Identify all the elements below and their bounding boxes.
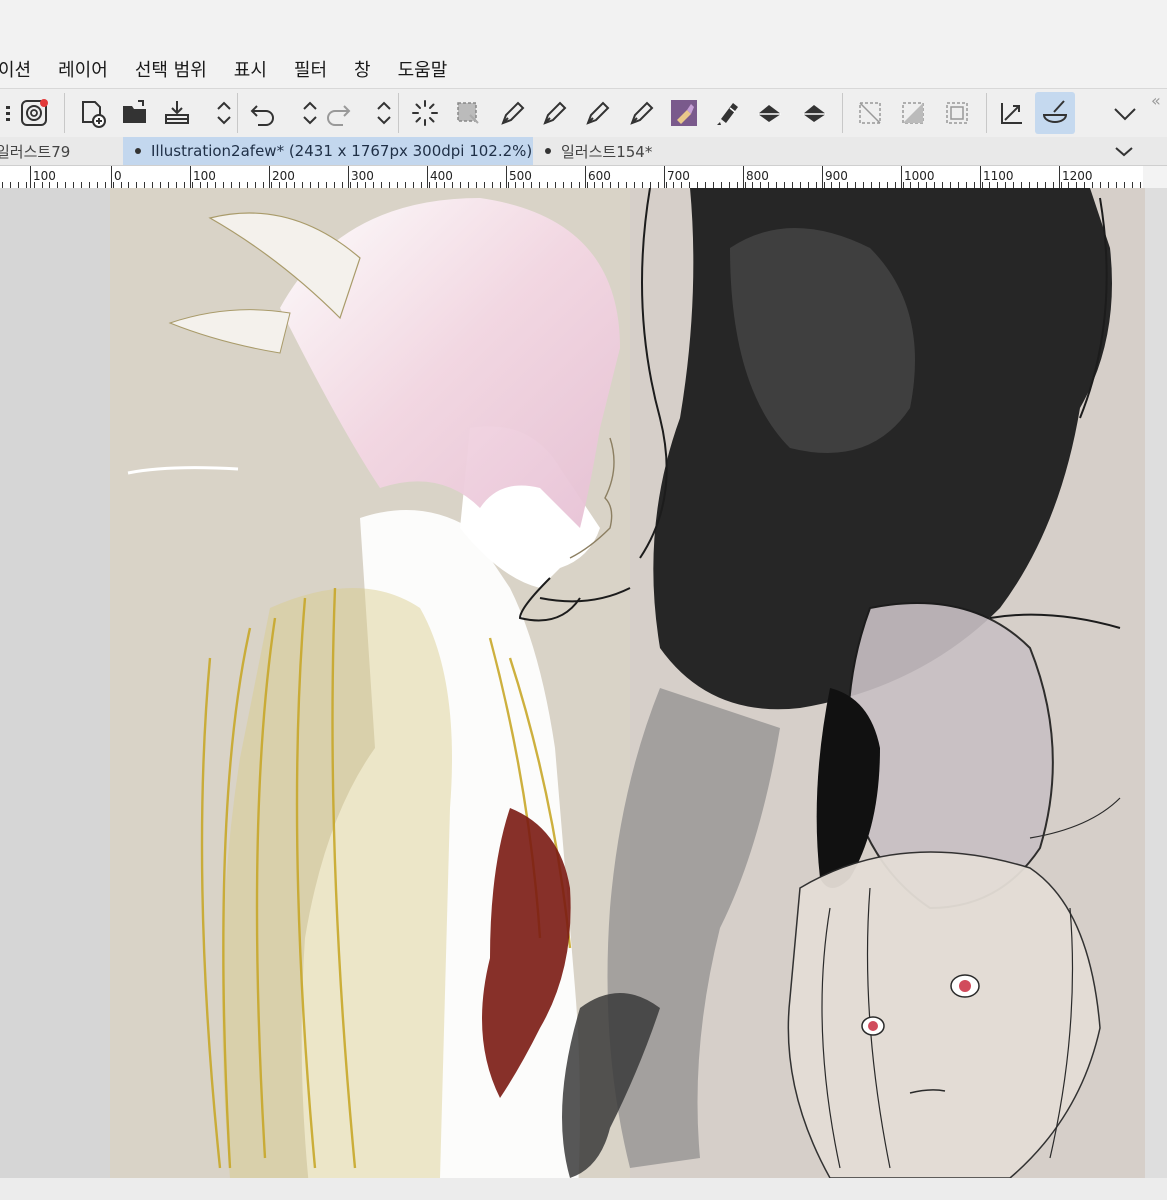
- menu-filter[interactable]: 필터: [294, 56, 327, 82]
- ruler-label: 800: [746, 169, 769, 183]
- ruler-major-tick: [348, 166, 349, 188]
- fill-icon[interactable]: [750, 92, 790, 134]
- horizontal-ruler: 100 0 100 200 300 400 500 600 700 800 900 1000 1100 1…: [0, 166, 1143, 189]
- menu-help[interactable]: 도움말: [398, 56, 448, 82]
- ruler-major-tick: [901, 166, 902, 188]
- menu-layer[interactable]: 레이어: [58, 56, 108, 82]
- toolbar: «: [0, 88, 1167, 138]
- pen-tool-4-icon[interactable]: [622, 92, 662, 134]
- ruler-major-tick: [427, 166, 428, 188]
- ruler-major-tick: [30, 166, 31, 188]
- ruler-major-tick: [506, 166, 507, 188]
- menu-bar: 이션 레이어 선택 범위 표시 필터 창 도움말: [0, 50, 1167, 88]
- pen-tool-1-icon[interactable]: [493, 92, 533, 134]
- ruler-label: 100: [193, 169, 216, 183]
- ruler-label: 0: [114, 169, 122, 183]
- tab-illustration2afew[interactable]: Illustration2afew* (2431 x 1767px 300dpi…: [123, 137, 533, 165]
- ruler-major-tick: [1059, 166, 1060, 188]
- ruler-major-tick: [980, 166, 981, 188]
- unsaved-dot-icon: [545, 148, 551, 154]
- canvas-right-gutter: [1145, 188, 1167, 1178]
- tabs-dropdown-icon[interactable]: [1112, 139, 1136, 163]
- ruler-label: 100: [33, 169, 56, 183]
- ruler-label: 700: [667, 169, 690, 183]
- ruler-label: 600: [588, 169, 611, 183]
- tab-label: 일러스트154*: [561, 142, 653, 161]
- unsaved-dot-icon: [135, 148, 141, 154]
- transform-icon[interactable]: [992, 92, 1032, 134]
- title-strip: [0, 0, 1167, 50]
- open-folder-icon[interactable]: [115, 92, 155, 134]
- pen-tool-2-icon[interactable]: [535, 92, 575, 134]
- fill-icon[interactable]: [795, 92, 835, 134]
- menu-view[interactable]: 표시: [234, 56, 267, 82]
- ruler-major-tick: [743, 166, 744, 188]
- menu-selection[interactable]: 선택 범위: [135, 56, 207, 82]
- invert-selection-icon[interactable]: [893, 92, 933, 134]
- loading-spinner-icon[interactable]: [405, 92, 445, 134]
- undo-icon[interactable]: [243, 92, 283, 134]
- canvas-bottom-gutter: [0, 1178, 1167, 1200]
- ruler-major-tick: [585, 166, 586, 188]
- new-canvas-icon[interactable]: [72, 92, 112, 134]
- selection-icon[interactable]: [448, 92, 488, 134]
- ruler-label: 1000: [904, 169, 935, 183]
- tab-illust79[interactable]: 일러스트79: [0, 137, 116, 165]
- stepper-icon[interactable]: [204, 92, 244, 134]
- tab-label: Illustration2afew* (2431 x 1767px 300dpi…: [151, 142, 533, 160]
- brush-active-icon[interactable]: [1035, 92, 1075, 134]
- ruler-major-tick: [111, 166, 112, 188]
- document-tabs: 일러스트79 Illustration2afew* (2431 x 1767px…: [0, 137, 1167, 166]
- tab-illust154[interactable]: 일러스트154*: [545, 137, 675, 165]
- ruler-label: 1100: [983, 169, 1014, 183]
- ruler-label: 200: [272, 169, 295, 183]
- tab-label: 일러스트79: [0, 142, 71, 161]
- collapse-panel-icon[interactable]: «: [1151, 91, 1161, 110]
- redo-icon[interactable]: [318, 92, 358, 134]
- ruler-label: 400: [430, 169, 453, 183]
- marker-icon[interactable]: [707, 92, 747, 134]
- app-logo-icon[interactable]: [14, 92, 54, 134]
- brush-icon[interactable]: [664, 92, 704, 134]
- export-icon[interactable]: [157, 92, 197, 134]
- ruler-major-tick: [190, 166, 191, 188]
- artwork: [110, 188, 1145, 1178]
- ruler-label: 1200: [1062, 169, 1093, 183]
- selection-border-icon[interactable]: [937, 92, 977, 134]
- deselect-icon[interactable]: [850, 92, 890, 134]
- ruler-major-tick: [664, 166, 665, 188]
- menu-window[interactable]: 창: [354, 56, 371, 82]
- ruler-label: 300: [351, 169, 374, 183]
- ruler-label: 900: [825, 169, 848, 183]
- drawing-canvas[interactable]: [110, 188, 1145, 1178]
- ruler-major-tick: [269, 166, 270, 188]
- pen-tool-3-icon[interactable]: [578, 92, 618, 134]
- workspace: [0, 188, 1167, 1200]
- menu-animation[interactable]: 이션: [0, 56, 31, 82]
- chevron-down-icon[interactable]: [1105, 92, 1145, 134]
- ruler-corner: [1143, 166, 1167, 188]
- ruler-major-tick: [822, 166, 823, 188]
- ruler-label: 500: [509, 169, 532, 183]
